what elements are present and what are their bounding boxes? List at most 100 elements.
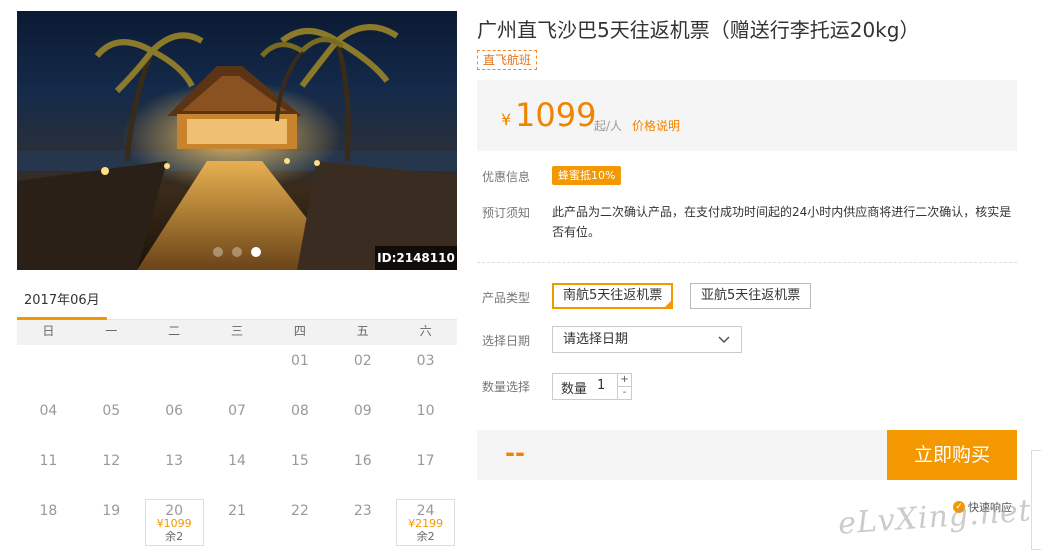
day-number: 10 (416, 403, 435, 419)
option-label: 亚航5天往返机票 (701, 288, 801, 303)
day-number: 13 (165, 453, 184, 469)
selected-corner-icon (663, 299, 674, 309)
weekday-label: 三 (231, 324, 244, 338)
calendar-empty-cell (206, 345, 269, 395)
calendar-day: 21 (206, 495, 269, 545)
day-number: 01 (290, 353, 309, 369)
calendar-day: 04 (17, 395, 80, 445)
notice-text: 此产品为二次确认产品，在支付成功时间起的24小时内供应商将进行二次确认，核实是否… (552, 205, 1012, 239)
calendar-day: 12 (80, 445, 143, 495)
day-number: 21 (228, 503, 246, 519)
date-select[interactable]: 请选择日期 (552, 326, 742, 353)
quantity-plus-button[interactable]: + (617, 374, 631, 387)
section-divider (477, 262, 1017, 263)
weekday-label: 一 (105, 324, 118, 338)
price-note-link[interactable]: 价格说明 (632, 117, 680, 134)
resort-night-scene (17, 24, 457, 270)
calendar-week-row: 18 19 20 ¥1099 余2 21 22 23 24 ¥2199 余2 (17, 495, 457, 546)
weekday-label: 四 (293, 324, 306, 338)
weekday-label: 五 (356, 324, 369, 338)
day-number: 19 (102, 503, 121, 519)
calendar-week-row: 01 02 03 (17, 345, 457, 395)
direct-flight-tag: 直飞航班 (477, 50, 538, 70)
quantity-inner-label: 数量 (561, 382, 588, 397)
day-number: 09 (353, 403, 372, 419)
day-number: 02 (353, 353, 372, 369)
chevron-down-icon (718, 336, 730, 344)
calendar-day: 15 (268, 445, 331, 495)
carousel-dot-2[interactable] (232, 247, 242, 257)
day-number: 04 (39, 403, 58, 419)
calendar-empty-cell (143, 345, 206, 395)
product-image[interactable]: ID:2148110 (17, 11, 457, 270)
calendar-day: 19 (80, 495, 143, 545)
weekday-label: 六 (419, 324, 432, 338)
calendar-day: 01 (268, 345, 331, 395)
promo-badge: 蜂蜜抵10% (552, 166, 622, 185)
side-widget-edge[interactable] (1031, 450, 1041, 550)
calendar-empty-cell (17, 345, 80, 395)
watermark-logo: eLvXing.net (837, 493, 1033, 542)
day-number: 14 (228, 453, 246, 469)
calendar-day: 16 (331, 445, 394, 495)
calendar-day: 11 (17, 445, 80, 495)
calendar-weekday-header: 日 一 二 三 四 五 六 (17, 320, 457, 345)
calendar-day[interactable]: 24 ¥2199 余2 (394, 495, 457, 546)
price-amount: 1099 (515, 96, 597, 134)
carousel-dots (213, 247, 261, 257)
calendar-day: 18 (17, 495, 80, 545)
product-type-option-csair[interactable]: 南航5天往返机票 (552, 283, 674, 309)
notice-label: 预订须知 (482, 206, 531, 220)
calendar-day: 10 (394, 395, 457, 445)
calendar-day: 05 (80, 395, 143, 445)
day-number: 17 (416, 453, 435, 469)
calendar-day[interactable]: 20 ¥1099 余2 (143, 495, 206, 546)
quantity-stepper: 数量 1 + - (552, 373, 632, 400)
calendar-day: 09 (331, 395, 394, 445)
price-box: ¥ 1099 起/人 价格说明 (477, 80, 1017, 151)
day-number: 12 (102, 453, 121, 469)
date-select-placeholder: 请选择日期 (563, 332, 629, 347)
quantity-minus-button[interactable]: - (617, 387, 631, 400)
day-number: 15 (290, 453, 309, 469)
weekday-label: 二 (168, 324, 181, 338)
product-type-option-airasia[interactable]: 亚航5天往返机票 (690, 283, 812, 309)
image-id-label: ID:2148110 (375, 246, 457, 270)
day-number: 11 (39, 453, 58, 469)
total-price: -- (505, 439, 525, 467)
calendar-grid: 01 02 03 04 05 06 07 08 09 10 11 12 13 14 15 16 17 18 19 20… (17, 345, 457, 546)
calendar-day: 06 (143, 395, 206, 445)
price-unit: 起/人 (594, 119, 623, 133)
calendar-week-row: 11 12 13 14 15 16 17 (17, 445, 457, 495)
calendar-day: 22 (268, 495, 331, 545)
calendar-day: 03 (394, 345, 457, 395)
day-number: 16 (353, 453, 372, 469)
calendar-day: 07 (206, 395, 269, 445)
product-title: 广州直飞沙巴5天往返机票（赠送行李托运20kg） (477, 18, 920, 42)
quantity-value[interactable]: 1 (597, 378, 605, 393)
currency-symbol: ¥ (501, 110, 512, 129)
calendar-day: 14 (206, 445, 269, 495)
calendar-week-row: 04 05 06 07 08 09 10 (17, 395, 457, 445)
carousel-dot-1[interactable] (213, 247, 223, 257)
calendar-day: 17 (394, 445, 457, 495)
day-price: ¥2199 (408, 517, 444, 530)
option-label: 南航5天往返机票 (563, 288, 663, 303)
day-remaining: 余2 (165, 530, 184, 543)
day-remaining: 余2 (416, 530, 435, 543)
weekday-label: 日 (42, 324, 55, 338)
carousel-dot-3[interactable] (251, 247, 261, 257)
day-number: 18 (39, 503, 58, 519)
date-label: 选择日期 (482, 334, 531, 348)
calendar-empty-cell (80, 345, 143, 395)
product-type-label: 产品类型 (482, 291, 531, 305)
day-number: 06 (165, 403, 184, 419)
promo-label: 优惠信息 (482, 170, 531, 184)
day-number: 08 (290, 403, 309, 419)
calendar-day: 08 (268, 395, 331, 445)
buy-now-button[interactable]: 立即购买 (887, 430, 1017, 480)
day-number: 05 (102, 403, 121, 419)
calendar-month-tab[interactable]: 2017年06月 (17, 288, 107, 320)
calendar-day: 02 (331, 345, 394, 395)
total-price-bar: -- (477, 430, 887, 480)
